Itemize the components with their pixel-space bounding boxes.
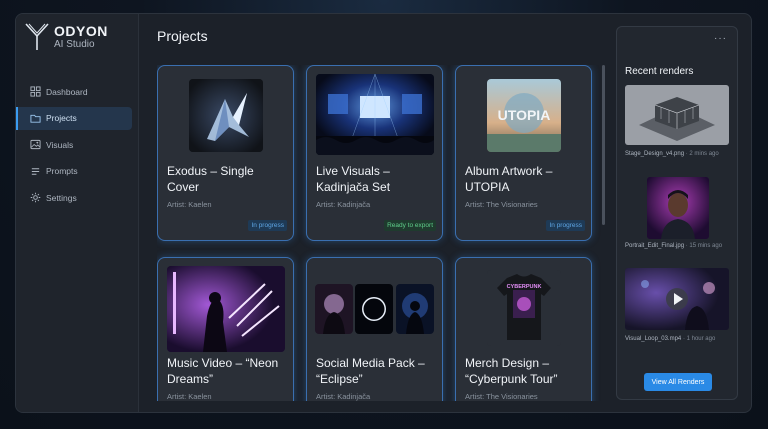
project-thumbnail [396,284,434,334]
project-thumbnail [316,74,434,155]
project-artist: Artist: Kaelen [167,392,212,401]
sidebar-nav: Dashboard Projects Visuals Prompts Setti… [16,80,139,213]
folder-icon [30,114,41,123]
status-badge: In progress [546,220,585,231]
project-thumbnail: CYBERPUNK [487,270,561,346]
render-filename: Visual_Loop_03.mp4 [625,336,682,342]
project-artist: Artist: The Visionaries [465,392,538,401]
view-all-renders-button[interactable]: View All Renders [644,373,712,391]
y-logo-icon [25,23,49,50]
render-thumbnail[interactable] [625,268,729,330]
brand-name: ODYON [54,23,108,39]
sidebar-item-settings[interactable]: Settings [16,186,139,209]
render-caption: Visual_Loop_03.mp4 · 1 hour ago [625,336,715,342]
app-window: ODYON AI Studio Dashboard Projects Visua… [15,13,752,413]
sidebar-item-label: Prompts [46,166,78,176]
project-artist: Artist: Kaelen [167,200,212,209]
project-card-exodus[interactable]: Exodus – Single Cover Artist: Kaelen In … [157,65,294,241]
dashboard-icon [30,86,41,97]
sidebar-item-prompts[interactable]: Prompts [16,160,139,183]
project-thumbnail [315,284,353,334]
project-title: Album Artwork – UTOPIA [465,164,553,194]
thumbnail-text: CYBERPUNK [507,284,542,290]
render-filename: Portrait_Edit_Final.jpg [625,243,685,249]
more-options-icon[interactable]: ··· [714,33,727,44]
project-card-neon-dreams[interactable]: Music Video – “Neon Dreams” Artist: Kael… [157,257,294,401]
project-thumbnail [355,284,393,334]
project-thumbnail [189,79,263,152]
project-title: Live Visuals – Kadinjača Set [316,164,391,194]
project-thumbnail: UTOPIA [487,79,561,152]
list-icon [31,167,40,175]
thumbnail-text: UTOPIA [498,107,551,123]
render-thumbnail[interactable] [647,177,709,239]
project-card-live-visuals[interactable]: Live Visuals – Kadinjača Set Artist: Kad… [306,65,443,241]
render-time: · 1 hour ago [682,336,716,342]
project-title: Music Video – “Neon Dreams” [167,356,279,386]
status-badge: Ready to export [384,220,436,231]
sidebar: ODYON AI Studio Dashboard Projects Visua… [16,14,139,412]
render-thumbnail[interactable] [625,85,729,145]
panel-title: Recent renders [625,66,694,77]
sidebar-item-label: Settings [46,192,77,203]
brand[interactable]: ODYON AI Studio [25,23,108,51]
sidebar-item-projects[interactable]: Projects [16,106,132,130]
render-caption: Portrait_Edit_Final.jpg · 15 mins ago [625,243,722,249]
project-title: Exodus – Single Cover [167,164,254,194]
sidebar-item-label: Visuals [46,139,74,150]
project-card-eclipse[interactable]: Social Media Pack – “Eclipse” Artist: Ka… [306,257,443,401]
project-artist: Artist: Kadinjača [316,392,371,401]
project-artist: Artist: The Visionaries [465,200,538,209]
sidebar-item-label: Projects [46,113,77,123]
project-card-cyberpunk[interactable]: CYBERPUNK Merch Design – “Cyberpunk Tour… [455,257,592,401]
gear-icon [30,192,41,203]
render-time: · 2 mins ago [685,151,719,157]
image-icon [30,139,41,150]
project-title: Merch Design – “Cyberpunk Tour” [465,356,558,386]
brand-subtitle: AI Studio [54,39,95,50]
project-thumbnail [167,266,285,352]
project-title: Social Media Pack – “Eclipse” [316,356,425,386]
projects-grid: Exodus – Single Cover Artist: Kaelen In … [157,65,603,401]
sidebar-item-visuals[interactable]: Visuals [16,133,139,156]
status-badge: In progress [248,220,287,231]
render-caption: Stage_Design_v4.png · 2 mins ago [625,151,719,157]
render-filename: Stage_Design_v4.png [625,151,685,157]
recent-renders-panel: ··· Recent renders Stage_Design_v4.png ·… [616,26,738,400]
scrollbar[interactable] [602,65,605,225]
sidebar-item-label: Dashboard [46,86,88,97]
page-title: Projects [157,28,208,44]
render-time: · 15 mins ago [685,243,723,249]
project-artist: Artist: Kadinjača [316,200,371,209]
sidebar-item-dashboard[interactable]: Dashboard [16,80,139,103]
project-card-utopia[interactable]: UTOPIA Album Artwork – UTOPIA Artist: Th… [455,65,592,241]
